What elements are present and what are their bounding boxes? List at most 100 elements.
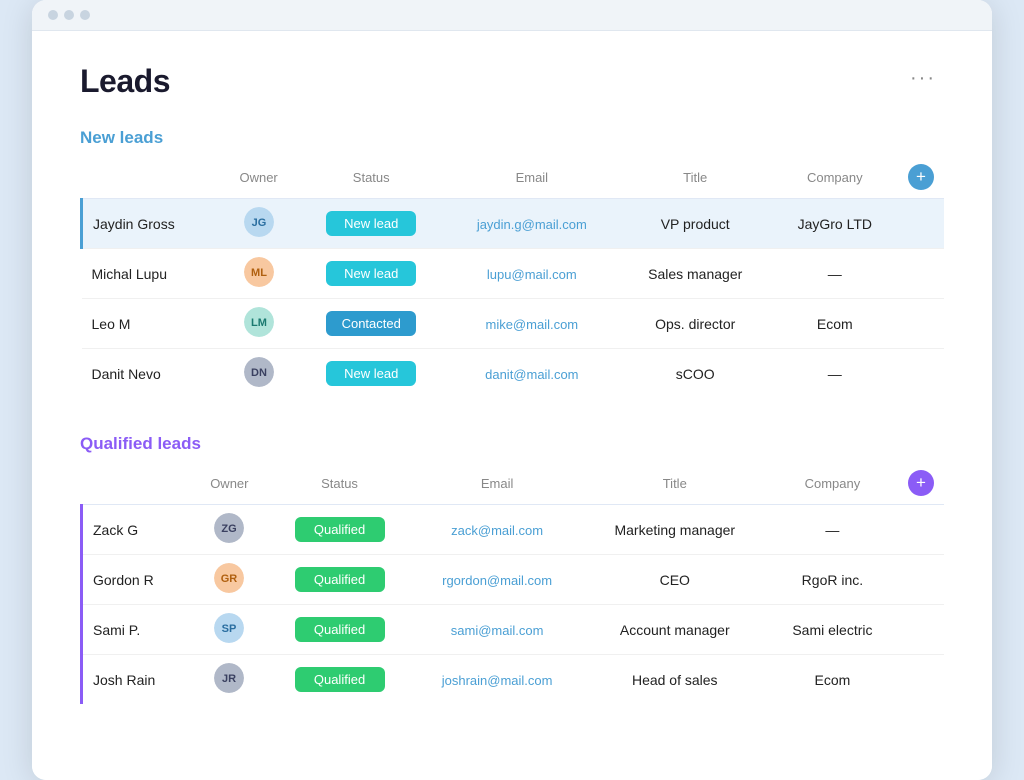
browser-bar xyxy=(32,0,992,31)
svg-text:SP: SP xyxy=(222,623,237,635)
more-menu-button[interactable]: ··· xyxy=(902,63,944,94)
lead-email[interactable]: sami@mail.com xyxy=(412,605,583,655)
lead-email[interactable]: zack@mail.com xyxy=(412,505,583,555)
lead-title: VP product xyxy=(619,199,772,249)
lead-name: Josh Rain xyxy=(82,655,192,705)
add-qualified-lead-button[interactable]: + xyxy=(908,470,934,496)
lead-status[interactable]: New lead xyxy=(298,349,445,399)
status-badge[interactable]: Qualified xyxy=(295,667,385,692)
browser-dot-2 xyxy=(64,10,74,20)
lead-name: Gordon R xyxy=(82,555,192,605)
avatar: GR xyxy=(214,563,244,593)
qualified-leads-header-row: Owner Status Email Title Company + xyxy=(82,464,945,505)
table-row[interactable]: Leo M LM Contacted mike@mail.com Ops. di… xyxy=(82,299,945,349)
lead-email[interactable]: jaydin.g@mail.com xyxy=(445,199,619,249)
table-row[interactable]: Sami P. SP Qualified sami@mail.com Accou… xyxy=(82,605,945,655)
new-leads-title: New leads xyxy=(80,128,944,148)
col-email: Email xyxy=(445,158,619,199)
email-link[interactable]: zack@mail.com xyxy=(451,523,543,538)
col-status: Status xyxy=(268,464,412,505)
lead-email[interactable]: rgordon@mail.com xyxy=(412,555,583,605)
lead-row-add xyxy=(898,655,944,705)
email-link[interactable]: jaydin.g@mail.com xyxy=(477,217,587,232)
svg-text:ML: ML xyxy=(251,267,267,279)
lead-row-add xyxy=(898,249,944,299)
lead-row-add xyxy=(898,555,944,605)
lead-status[interactable]: New lead xyxy=(298,199,445,249)
col-name xyxy=(82,158,220,199)
lead-title: Marketing manager xyxy=(583,505,767,555)
table-row[interactable]: Zack G ZG Qualified zack@mail.com Market… xyxy=(82,505,945,555)
lead-email[interactable]: danit@mail.com xyxy=(445,349,619,399)
lead-company: — xyxy=(772,349,898,399)
add-new-lead-button[interactable]: + xyxy=(908,164,934,190)
col-title: Title xyxy=(583,464,767,505)
email-link[interactable]: mike@mail.com xyxy=(485,317,578,332)
status-badge[interactable]: Qualified xyxy=(295,617,385,642)
col-company: Company xyxy=(772,158,898,199)
col-status: Status xyxy=(298,158,445,199)
table-row[interactable]: Josh Rain JR Qualified joshrain@mail.com… xyxy=(82,655,945,705)
email-link[interactable]: joshrain@mail.com xyxy=(442,673,553,688)
col-email: Email xyxy=(412,464,583,505)
svg-text:LM: LM xyxy=(251,317,267,329)
email-link[interactable]: sami@mail.com xyxy=(451,623,544,638)
col-add-qualified: + xyxy=(898,464,944,505)
table-row[interactable]: Gordon R GR Qualified rgordon@mail.com C… xyxy=(82,555,945,605)
app-content: Leads ··· New leads Owner Status Email T… xyxy=(32,31,992,780)
svg-text:ZG: ZG xyxy=(222,523,237,535)
lead-company: Sami electric xyxy=(767,605,898,655)
email-link[interactable]: danit@mail.com xyxy=(485,367,578,382)
lead-title: Ops. director xyxy=(619,299,772,349)
lead-status[interactable]: Contacted xyxy=(298,299,445,349)
lead-email[interactable]: mike@mail.com xyxy=(445,299,619,349)
lead-company: RgoR inc. xyxy=(767,555,898,605)
lead-owner: LM xyxy=(220,299,298,349)
lead-status[interactable]: Qualified xyxy=(268,505,412,555)
avatar: LM xyxy=(244,307,274,337)
lead-title: Sales manager xyxy=(619,249,772,299)
status-badge[interactable]: Contacted xyxy=(326,311,416,336)
lead-owner: GR xyxy=(191,555,267,605)
avatar: JG xyxy=(244,207,274,237)
lead-email[interactable]: joshrain@mail.com xyxy=(412,655,583,705)
status-badge[interactable]: Qualified xyxy=(295,567,385,592)
col-add: + xyxy=(898,158,944,199)
lead-name: Michal Lupu xyxy=(82,249,220,299)
lead-row-add xyxy=(898,605,944,655)
col-owner: Owner xyxy=(191,464,267,505)
new-leads-table: Owner Status Email Title Company + Jaydi… xyxy=(80,158,944,398)
lead-email[interactable]: lupu@mail.com xyxy=(445,249,619,299)
lead-owner: JG xyxy=(220,199,298,249)
status-badge[interactable]: New lead xyxy=(326,261,416,286)
status-badge[interactable]: New lead xyxy=(326,211,416,236)
table-row[interactable]: Danit Nevo DN New lead danit@mail.com sC… xyxy=(82,349,945,399)
lead-status[interactable]: Qualified xyxy=(268,605,412,655)
email-link[interactable]: rgordon@mail.com xyxy=(442,573,552,588)
avatar: DN xyxy=(244,357,274,387)
lead-status[interactable]: New lead xyxy=(298,249,445,299)
lead-company: Ecom xyxy=(767,655,898,705)
col-title: Title xyxy=(619,158,772,199)
avatar: ZG xyxy=(214,513,244,543)
lead-title: Account manager xyxy=(583,605,767,655)
table-row[interactable]: Michal Lupu ML New lead lupu@mail.com Sa… xyxy=(82,249,945,299)
lead-title: CEO xyxy=(583,555,767,605)
lead-name: Jaydin Gross xyxy=(82,199,220,249)
lead-status[interactable]: Qualified xyxy=(268,655,412,705)
lead-title: Head of sales xyxy=(583,655,767,705)
page-header: Leads ··· xyxy=(80,63,944,100)
svg-text:DN: DN xyxy=(251,367,267,379)
lead-name: Leo M xyxy=(82,299,220,349)
table-row[interactable]: Jaydin Gross JG New lead jaydin.g@mail.c… xyxy=(82,199,945,249)
status-badge[interactable]: New lead xyxy=(326,361,416,386)
lead-status[interactable]: Qualified xyxy=(268,555,412,605)
qualified-leads-title: Qualified leads xyxy=(80,434,944,454)
col-owner: Owner xyxy=(220,158,298,199)
lead-row-add xyxy=(898,199,944,249)
email-link[interactable]: lupu@mail.com xyxy=(487,267,577,282)
browser-dot-3 xyxy=(80,10,90,20)
lead-owner: DN xyxy=(220,349,298,399)
lead-title: sCOO xyxy=(619,349,772,399)
status-badge[interactable]: Qualified xyxy=(295,517,385,542)
